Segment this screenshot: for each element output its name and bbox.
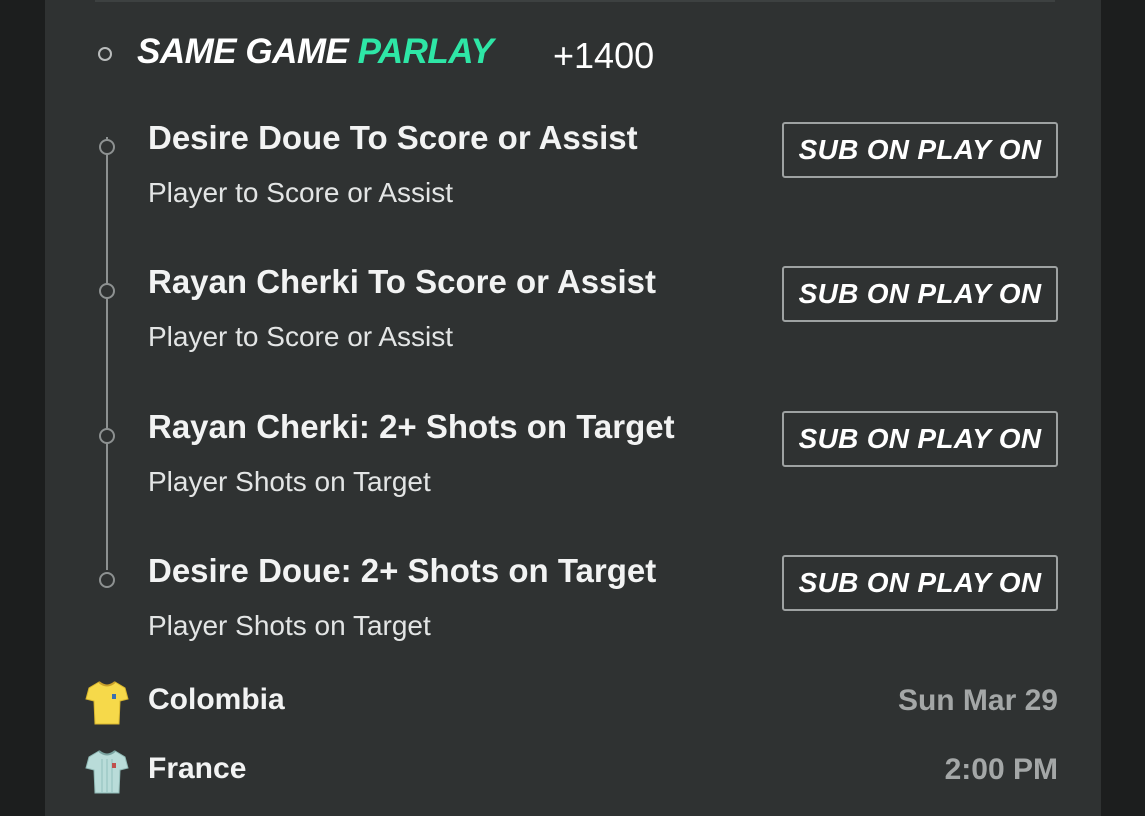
yellow-jersey-icon xyxy=(85,681,129,725)
leg-title: Desire Doue: 2+ Shots on Target xyxy=(148,552,657,589)
parlay-title-same-game: SAME GAME xyxy=(137,32,358,71)
leg-timeline-node xyxy=(99,139,115,155)
leg-timeline-node xyxy=(99,283,115,299)
team-row-home: Colombia Sun Mar 29 xyxy=(45,680,1101,730)
match-date: Sun Mar 29 xyxy=(897,684,1058,717)
sub-on-play-on-button[interactable]: SUB ON PLAY ON xyxy=(782,266,1058,322)
sub-on-play-on-button[interactable]: SUB ON PLAY ON xyxy=(782,411,1058,467)
parlay-title-parlay: PARLAY xyxy=(357,32,494,71)
header-timeline-node xyxy=(98,47,112,61)
team-name: France xyxy=(148,752,247,785)
leg-item: Rayan Cherki: 2+ Shots on Target Player … xyxy=(45,408,1101,536)
leg-title: Desire Doue To Score or Assist xyxy=(148,119,638,156)
leg-timeline-node xyxy=(99,572,115,588)
parlay-title: SAME GAME PARLAY xyxy=(137,32,494,72)
leg-market: Player Shots on Target xyxy=(148,610,431,641)
leg-timeline-node xyxy=(99,428,115,444)
leg-title: Rayan Cherki To Score or Assist xyxy=(148,263,657,300)
leg-title: Rayan Cherki: 2+ Shots on Target xyxy=(148,408,675,445)
leg-item: Desire Doue To Score or Assist Player to… xyxy=(45,119,1101,247)
parlay-header: SAME GAME PARLAY +1400 xyxy=(45,30,1101,82)
team-row-away: France 2:00 PM xyxy=(45,749,1101,799)
team-name: Colombia xyxy=(148,683,285,716)
parlay-card: SAME GAME PARLAY +1400 Desire Doue To Sc… xyxy=(45,0,1101,816)
parlay-odds: +1400 xyxy=(553,35,655,76)
leg-market: Player to Score or Assist xyxy=(148,177,454,208)
sub-on-play-on-button[interactable]: SUB ON PLAY ON xyxy=(782,555,1058,611)
sub-on-play-on-button[interactable]: SUB ON PLAY ON xyxy=(782,122,1058,178)
leg-item: Rayan Cherki To Score or Assist Player t… xyxy=(45,263,1101,391)
match-time: 2:00 PM xyxy=(944,753,1058,786)
light-blue-jersey-icon xyxy=(85,750,129,794)
leg-market: Player to Score or Assist xyxy=(148,321,454,352)
top-divider xyxy=(95,0,1055,2)
leg-market: Player Shots on Target xyxy=(148,466,431,497)
leg-item: Desire Doue: 2+ Shots on Target Player S… xyxy=(45,552,1101,680)
